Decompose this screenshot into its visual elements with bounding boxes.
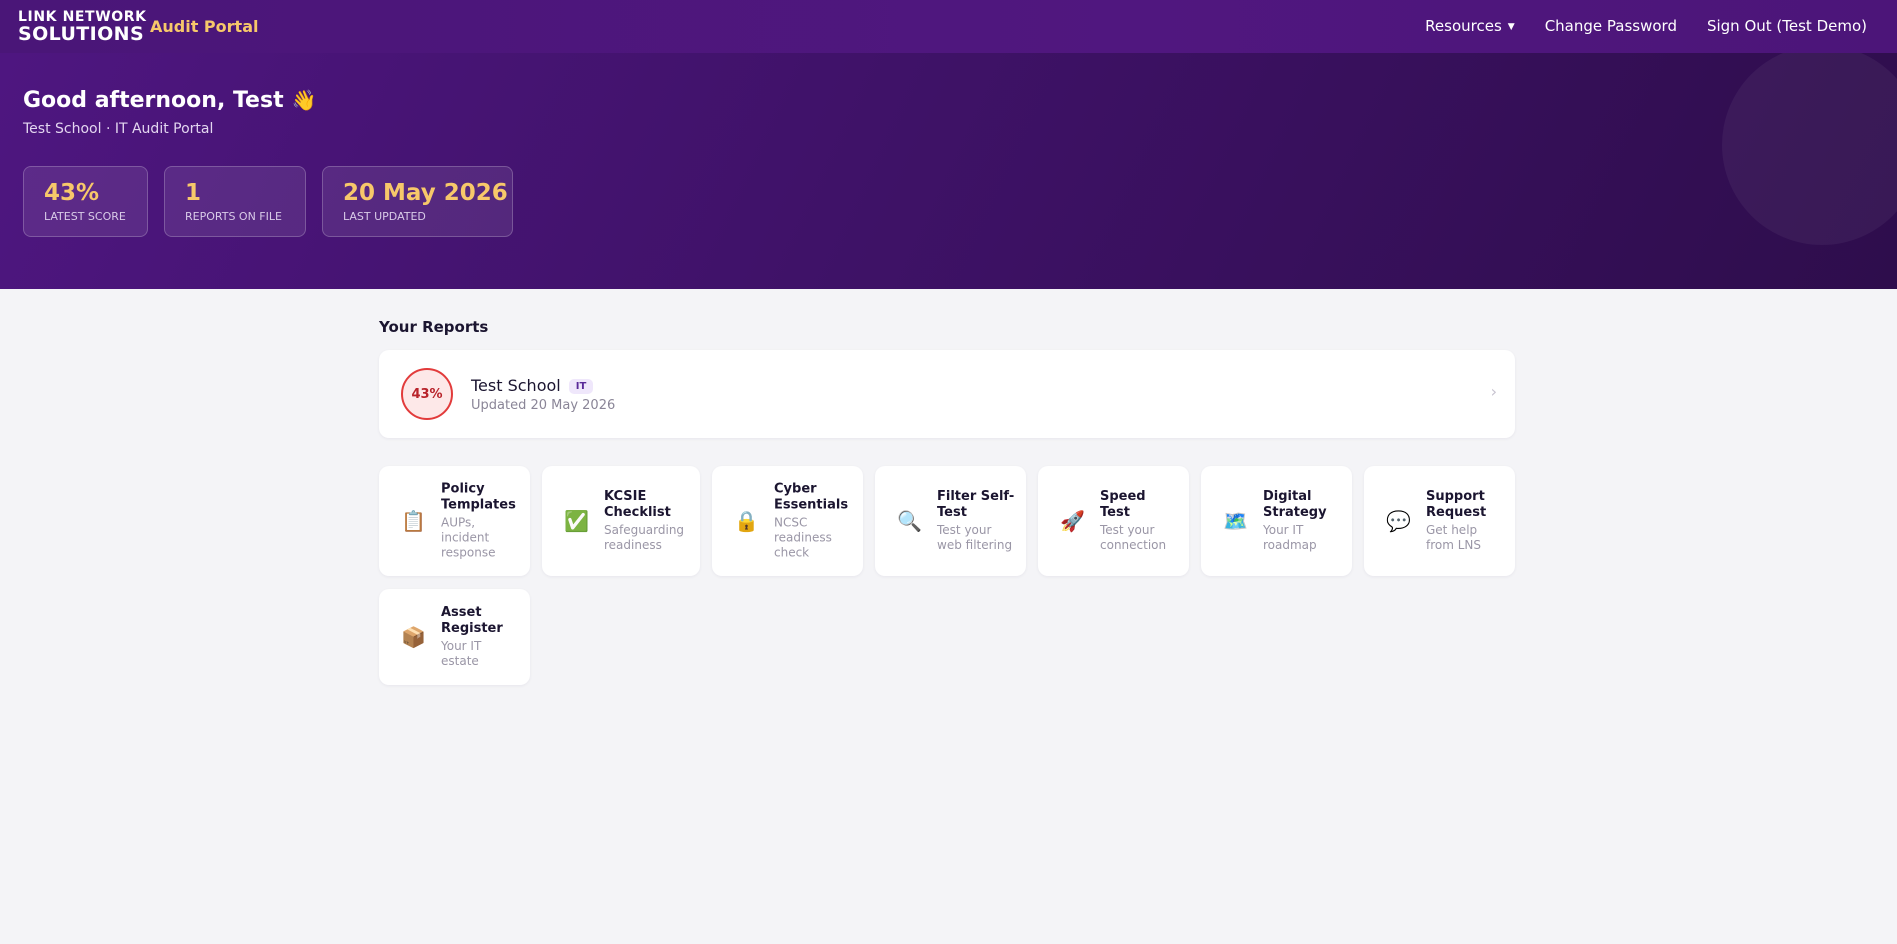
tile-asset-register[interactable]: 📦 Asset Register Your IT estate — [379, 589, 530, 685]
tile-title: Support Request — [1426, 489, 1487, 520]
tile-description: NCSC readiness check — [774, 515, 832, 560]
tile-title: Digital Strategy — [1263, 489, 1327, 520]
magnifier-icon: 🔍 — [897, 509, 922, 533]
nav-resources-dropdown[interactable]: Resources ▼ — [1425, 17, 1515, 35]
stat-value: 43% — [44, 180, 100, 206]
waving-hand-icon: 👋 — [291, 88, 317, 112]
nav-links: Resources ▼ Change Password Sign Out (Tes… — [1425, 17, 1867, 35]
tile-description: Get help from LNS — [1426, 522, 1482, 552]
clipboard-icon: 📋 — [401, 509, 426, 533]
stat-value: 1 — [185, 180, 202, 206]
tile-cyber-essentials[interactable]: 🔒 Cyber Essentials NCSC readiness check — [712, 466, 863, 576]
logo-line-1: LINK NETWORK — [18, 9, 147, 25]
stat-reports-on-file: 1 Reports on file — [164, 166, 306, 237]
tile-description: Test your web filtering — [937, 522, 1013, 552]
tile-title: Filter Self-Test — [937, 489, 1015, 520]
chevron-down-icon: ▼ — [1507, 22, 1515, 32]
tile-policy-templates[interactable]: 📋 Policy Templates AUPs, incident respon… — [379, 466, 530, 576]
tile-body: Support Request Get help from LNS — [1426, 489, 1505, 553]
portal-name[interactable]: Audit Portal — [150, 17, 258, 36]
logo-line-2: SOLUTIONS — [18, 23, 145, 45]
tile-title: KCSIE Checklist — [604, 489, 671, 520]
tile-kcsie-checklist[interactable]: ✅ KCSIE Checklist Safeguarding readiness — [542, 466, 700, 576]
tile-title: Cyber Essentials — [774, 481, 849, 513]
score-ring: 43% — [401, 368, 453, 420]
nav-sign-out[interactable]: Sign Out (Test Demo) — [1707, 17, 1867, 35]
tile-description: Safeguarding readiness — [604, 522, 685, 552]
report-name: Test School — [471, 376, 561, 395]
chevron-right-icon: › — [1490, 382, 1497, 401]
rocket-icon: 🚀 — [1060, 509, 1085, 533]
nav-resources-label: Resources — [1425, 17, 1502, 35]
stat-value: 20 May 2026 — [343, 180, 508, 206]
tile-filter-self-test[interactable]: 🔍 Filter Self-Test Test your web filteri… — [875, 466, 1026, 576]
tile-title: Speed Test — [1100, 489, 1146, 520]
greeting-text: Good afternoon, Test — [23, 88, 284, 113]
school-subline: Test School · IT Audit Portal — [23, 121, 214, 137]
stat-label: Last updated — [343, 210, 426, 224]
tile-support-request[interactable]: 💬 Support Request Get help from LNS — [1364, 466, 1515, 576]
nav-change-password[interactable]: Change Password — [1545, 17, 1677, 35]
report-card[interactable]: 43% Test School IT Updated 20 May 2026 › — [379, 350, 1515, 438]
stat-label: Reports on file — [185, 210, 282, 224]
tile-body: Policy Templates AUPs, incident response — [441, 482, 520, 561]
tile-body: KCSIE Checklist Safeguarding readiness — [604, 489, 690, 553]
report-type-badge: IT — [568, 379, 594, 394]
tile-title: Policy Templates — [441, 481, 516, 513]
tile-title: Asset Register — [441, 605, 503, 636]
tile-body: Speed Test Test your connection — [1100, 489, 1179, 553]
top-nav: LINK NETWORK SOLUTIONS Audit Portal Reso… — [0, 0, 1897, 53]
tile-body: Digital Strategy Your IT roadmap — [1263, 489, 1342, 553]
report-title: Test School IT — [471, 376, 594, 395]
tile-body: Cyber Essentials NCSC readiness check — [774, 482, 853, 561]
stat-label: Latest Score — [44, 210, 126, 224]
tile-body: Asset Register Your IT estate — [441, 605, 520, 669]
report-updated: Updated 20 May 2026 — [471, 398, 616, 413]
package-icon: 📦 — [401, 625, 426, 649]
hero-banner: Good afternoon, Test 👋 Test School · IT A… — [0, 53, 1897, 289]
tile-speed-test[interactable]: 🚀 Speed Test Test your connection — [1038, 466, 1189, 576]
tile-description: Test your connection — [1100, 522, 1167, 552]
speech-bubble-icon: 💬 — [1386, 509, 1411, 533]
tile-description: Your IT estate — [441, 638, 482, 668]
greeting-heading: Good afternoon, Test 👋 — [23, 88, 317, 113]
decorative-circle — [1722, 53, 1897, 245]
tile-digital-strategy[interactable]: 🗺️ Digital Strategy Your IT roadmap — [1201, 466, 1352, 576]
tile-description: Your IT roadmap — [1263, 522, 1317, 552]
brand-logo[interactable]: LINK NETWORK SOLUTIONS — [18, 10, 147, 44]
map-icon: 🗺️ — [1223, 509, 1248, 533]
section-title-your-reports: Your Reports — [379, 318, 489, 336]
tile-body: Filter Self-Test Test your web filtering — [937, 489, 1016, 553]
lock-icon: 🔒 — [734, 509, 759, 533]
stat-latest-score: 43% Latest Score — [23, 166, 148, 237]
check-icon: ✅ — [564, 509, 589, 533]
stat-last-updated: 20 May 2026 Last updated — [322, 166, 513, 237]
tile-description: AUPs, incident response — [441, 515, 496, 560]
